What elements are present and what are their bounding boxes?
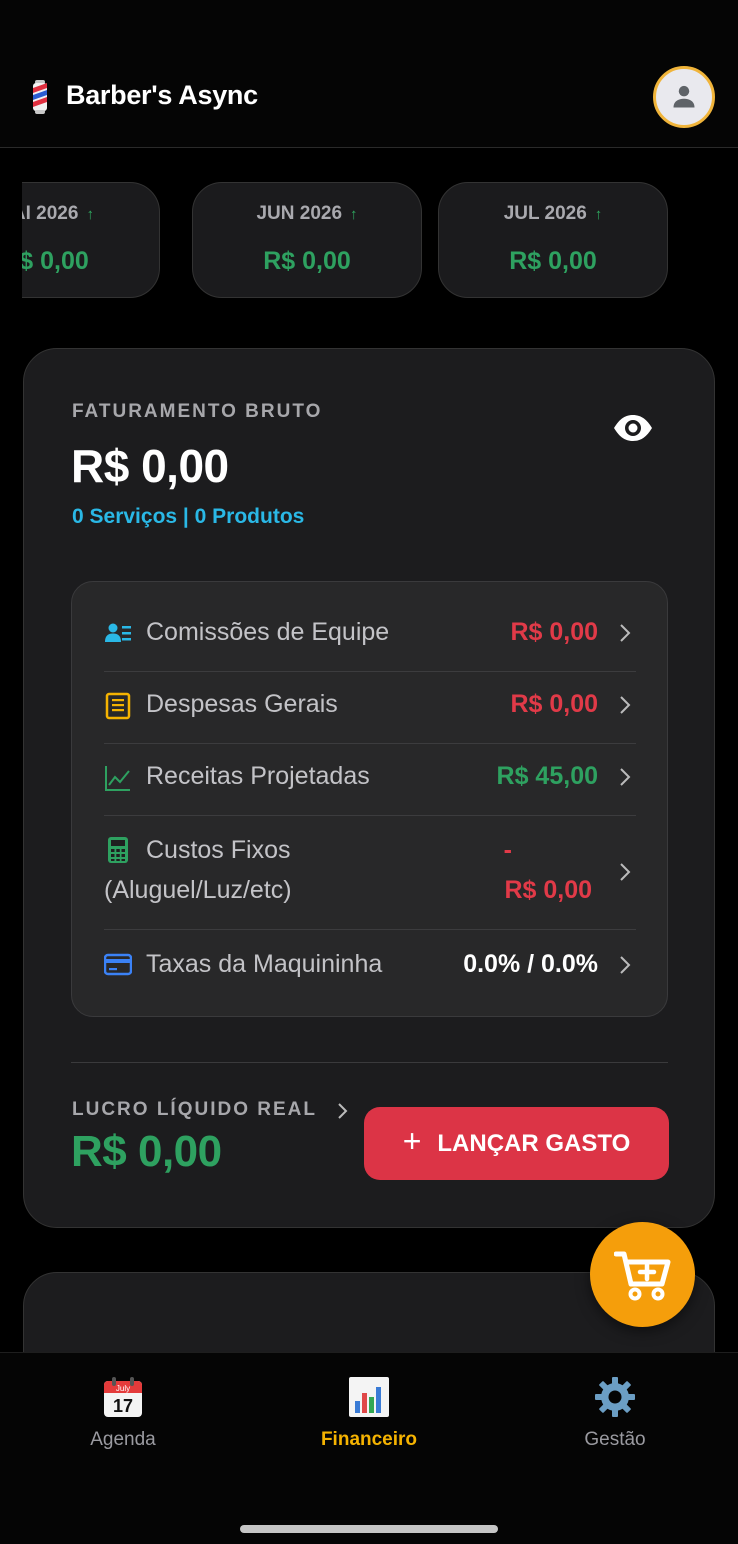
gross-revenue-value: R$ 0,00 bbox=[71, 440, 229, 492]
breakdown-value: 0.0% / 0.0% bbox=[463, 950, 598, 978]
add-expense-button[interactable]: + LANÇAR GASTO bbox=[364, 1107, 669, 1180]
breakdown-row-commissions[interactable]: Comissões de Equipe R$ 0,00 bbox=[104, 602, 636, 672]
gear-icon bbox=[595, 1377, 635, 1417]
chevron-right-icon bbox=[620, 956, 631, 974]
nav-label: Financeiro bbox=[320, 1429, 418, 1450]
breakdown-value: R$ 0,00 bbox=[510, 690, 598, 718]
arrow-up-icon: ↑ bbox=[350, 206, 358, 223]
net-profit-label[interactable]: LUCRO LÍQUIDO REAL bbox=[72, 1099, 317, 1121]
home-indicator[interactable] bbox=[240, 1525, 498, 1533]
breakdown-value: R$ 0,00 bbox=[510, 618, 598, 646]
breakdown-row-projected-revenue[interactable]: Receitas Projetadas R$ 45,00 bbox=[104, 744, 636, 816]
nav-label: Agenda bbox=[90, 1429, 156, 1450]
nav-label: Gestão bbox=[584, 1429, 646, 1450]
eye-icon[interactable] bbox=[612, 413, 654, 443]
chevron-right-icon bbox=[620, 624, 631, 642]
user-avatar[interactable] bbox=[653, 66, 715, 128]
calendar-icon: July 17 bbox=[104, 1377, 142, 1417]
new-sale-fab[interactable] bbox=[590, 1222, 695, 1327]
arrow-up-icon: ↑ bbox=[594, 206, 603, 223]
month-label: MAI 2026 bbox=[22, 203, 79, 224]
chevron-right-icon[interactable] bbox=[336, 1101, 350, 1121]
barber-pole-icon bbox=[33, 80, 47, 114]
month-card-jul[interactable]: JUL 2026 ↑ R$ 0,00 bbox=[438, 182, 668, 298]
divider bbox=[71, 1062, 668, 1063]
nav-item-gestao[interactable]: Gestão bbox=[535, 1375, 695, 1451]
add-expense-label: LANÇAR GASTO bbox=[437, 1129, 631, 1157]
month-label: JUL 2026 bbox=[503, 203, 587, 224]
products-count[interactable]: 0 Produtos bbox=[195, 505, 305, 528]
chevron-right-icon bbox=[620, 696, 631, 714]
breakdown-row-card-fees[interactable]: Taxas da Maquininha 0.0% / 0.0% bbox=[104, 930, 636, 1002]
breakdown-label: Comissões de Equipe bbox=[146, 618, 390, 646]
month-card-mai[interactable]: MAI 2026 ↑ R$ 0,00 bbox=[22, 182, 160, 298]
plus-icon: + bbox=[402, 1123, 422, 1159]
nav-item-agenda[interactable]: July 17 Agenda bbox=[43, 1375, 203, 1451]
breakdown-label: Taxas da Maquininha bbox=[146, 950, 383, 978]
breakdown-row-general-expenses[interactable]: Despesas Gerais R$ 0,00 bbox=[104, 672, 636, 744]
chevron-right-icon bbox=[620, 768, 631, 786]
breakdown-label-secondary: (Aluguel/Luz/etc) bbox=[104, 876, 292, 904]
services-count[interactable]: 0 Serviços bbox=[72, 505, 177, 528]
breakdown-row-fixed-costs[interactable]: Custos Fixos (Aluguel/Luz/etc) - R$ 0,00 bbox=[104, 816, 636, 930]
expenses-breakdown-panel: Comissões de Equipe R$ 0,00 Despesas Ger… bbox=[71, 581, 668, 1017]
calendar-day-text: 17 bbox=[113, 1396, 133, 1416]
app-title: Barber's Async bbox=[66, 80, 258, 110]
chevron-right-icon bbox=[620, 863, 631, 881]
month-carousel[interactable]: MAI 2026 ↑ R$ 0,00 JUN 2026 ↑ R$ 0,00 JUL … bbox=[22, 182, 738, 300]
month-label: JUN 2026 bbox=[256, 203, 343, 224]
breakdown-value-sign: - bbox=[503, 836, 512, 864]
calculator-icon bbox=[108, 837, 128, 863]
app-header: Barber's Async bbox=[0, 0, 738, 148]
team-icon bbox=[105, 623, 131, 642]
calendar-month-text: July bbox=[116, 1384, 130, 1393]
gross-revenue-label: FATURAMENTO BRUTO bbox=[72, 401, 323, 422]
nav-item-financeiro[interactable]: Financeiro bbox=[289, 1375, 449, 1451]
breakdown-value: R$ 45,00 bbox=[496, 762, 598, 790]
net-profit-value: R$ 0,00 bbox=[71, 1127, 222, 1176]
bottom-navigation: July 17 Agenda Financeiro Gestão bbox=[0, 1352, 738, 1544]
breakdown-label: Receitas Projetadas bbox=[146, 762, 370, 790]
credit-card-icon bbox=[104, 953, 132, 976]
receipt-icon bbox=[105, 692, 131, 720]
breakdown-label: Despesas Gerais bbox=[146, 690, 338, 718]
month-value: R$ 0,00 bbox=[509, 247, 597, 275]
separator: | bbox=[182, 505, 189, 528]
breakdown-value: R$ 0,00 bbox=[504, 876, 592, 904]
services-products-summary: 0 Serviços | 0 Produtos bbox=[72, 505, 304, 529]
finance-summary-card: FATURAMENTO BRUTO R$ 0,00 0 Serviços | 0… bbox=[23, 348, 715, 1228]
month-value: R$ 0,00 bbox=[22, 247, 89, 275]
person-icon bbox=[673, 85, 695, 108]
breakdown-label: Custos Fixos bbox=[146, 836, 291, 864]
bar-chart-icon bbox=[349, 1377, 389, 1417]
trend-chart-icon bbox=[105, 766, 130, 791]
arrow-up-icon: ↑ bbox=[86, 206, 94, 223]
month-card-jun[interactable]: JUN 2026 ↑ R$ 0,00 bbox=[192, 182, 422, 298]
month-value: R$ 0,00 bbox=[263, 247, 351, 275]
cart-plus-icon bbox=[613, 1251, 670, 1300]
